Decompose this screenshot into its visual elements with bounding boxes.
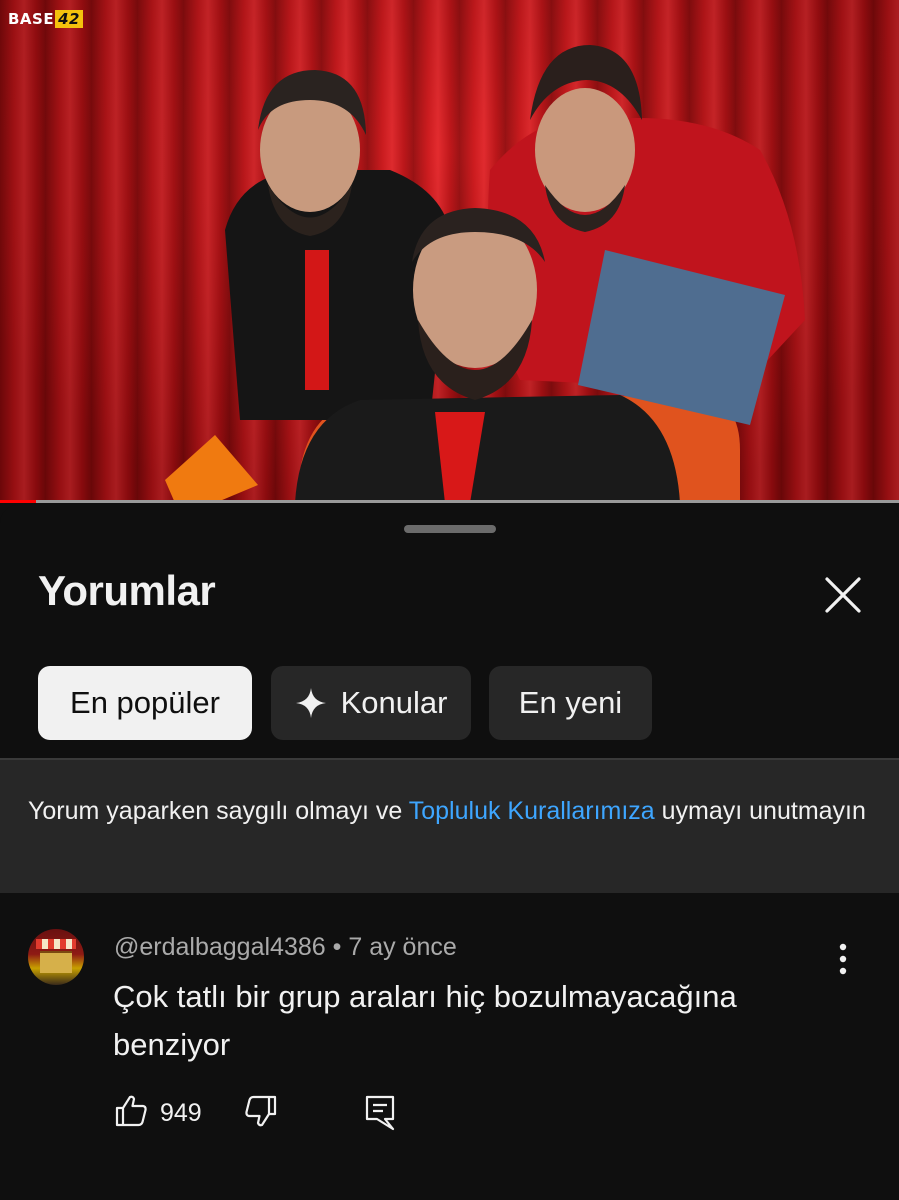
- comment-menu-button[interactable]: [828, 939, 858, 979]
- reply-button[interactable]: [363, 1093, 399, 1138]
- thumbs-up-icon: [115, 1095, 147, 1127]
- video-progress-fill: [0, 500, 36, 503]
- dislike-button[interactable]: [243, 1093, 279, 1134]
- more-vert-icon: [839, 943, 847, 975]
- video-scene: [165, 45, 805, 503]
- sparkle-icon: [295, 688, 326, 718]
- comment-author[interactable]: @erdalbaggal4386: [114, 933, 326, 961]
- comment-item: @erdalbaggal4386 • 7 ay önce Çok tatlı b…: [0, 915, 899, 1195]
- like-button[interactable]: [113, 1093, 149, 1134]
- chip-label: Konular: [340, 685, 448, 720]
- thumbs-down-icon: [245, 1095, 277, 1127]
- comment-meta: @erdalbaggal4386 • 7 ay önce: [114, 933, 457, 962]
- notice-text: Yorum yaparken saygılı olmayı ve: [28, 797, 409, 825]
- panel-title: Yorumlar: [38, 567, 216, 614]
- comment-text: Çok tatlı bir grup araları hiç bozulmaya…: [113, 979, 737, 1062]
- drag-handle[interactable]: [404, 525, 496, 533]
- logo-text: BASE: [8, 10, 55, 28]
- avatar-shop: [40, 951, 72, 973]
- community-guidelines-link[interactable]: Topluluk Kurallarımıza: [409, 797, 655, 825]
- chip-konular[interactable]: Konular: [271, 666, 471, 740]
- video-progress-bar[interactable]: [0, 500, 899, 503]
- reply-icon: [365, 1095, 395, 1131]
- avatar-awning: [36, 939, 76, 949]
- avatar[interactable]: [28, 929, 84, 985]
- chip-label: En yeni: [518, 685, 623, 720]
- comments-panel: Yorumlar En popüler Konular En yeni Yoru…: [0, 505, 899, 1200]
- comment-time: 7 ay önce: [348, 933, 457, 961]
- community-notice: Yorum yaparken saygılı olmayı ve Toplulu…: [0, 758, 899, 893]
- close-icon: [825, 577, 861, 613]
- channel-logo: BASE 42: [8, 10, 83, 28]
- like-count: 949: [160, 1099, 202, 1127]
- chip-label: En popüler: [70, 685, 220, 720]
- logo-number: 42: [55, 10, 83, 28]
- chip-en-yeni[interactable]: En yeni: [489, 666, 652, 740]
- close-button[interactable]: [821, 573, 865, 617]
- video-player[interactable]: BASE 42: [0, 0, 899, 503]
- chip-en-populer[interactable]: En popüler: [38, 666, 252, 740]
- notice-text-end: uymayı unutmayın: [654, 797, 866, 825]
- meta-separator: •: [332, 933, 342, 961]
